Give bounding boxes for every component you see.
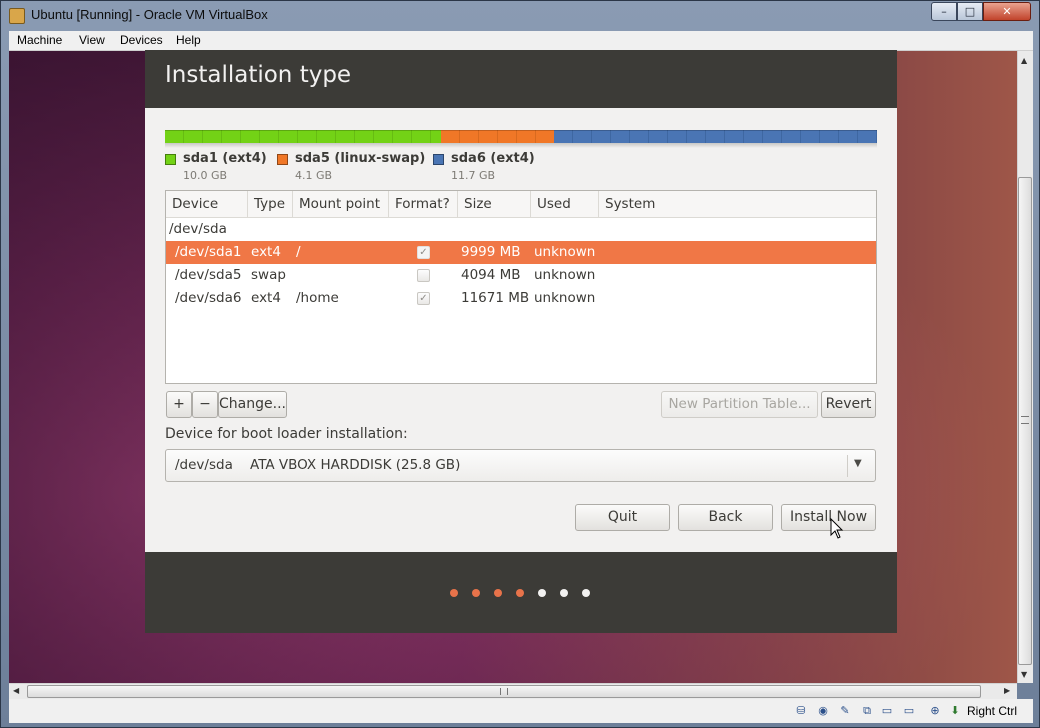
new-partition-table-button[interactable]: New Partition Table... [661,391,818,418]
format-checkbox[interactable] [417,269,430,282]
partition-bar-sda5 [441,130,554,143]
disk-device: /dev/sda [169,221,227,237]
partition-table: Device Type Mount point Format? Size Use… [165,190,877,384]
change-partition-button[interactable]: Change... [218,391,287,418]
progress-dot-pending [560,589,568,597]
scroll-down-arrow-icon[interactable]: ▼ [1021,670,1027,679]
row-used: unknown [534,267,596,283]
legend-name: sda5 (linux-swap) [295,151,426,166]
page-title: Installation type [165,62,352,88]
menu-view[interactable]: View [79,33,105,47]
row-size: 11671 MB [461,290,530,306]
column-header-format[interactable]: Format? [389,191,458,217]
row-size: 4094 MB [461,267,521,283]
status-bar: ⛁ ◉ ✎ ⧉ ▭ ▭ ⊕ ⬇ Right Ctrl [9,699,1033,723]
back-button[interactable]: Back [678,504,773,531]
legend-name: sda6 (ext4) [451,151,535,166]
remove-partition-button[interactable]: − [192,391,218,418]
table-row[interactable]: /dev/sda5 swap 4094 MB unknown [166,264,876,287]
row-type: ext4 [251,290,281,306]
network-icon[interactable]: ⧉ [859,703,875,719]
scroll-up-arrow-icon[interactable]: ▲ [1021,56,1027,65]
close-button[interactable]: ✕ [983,2,1031,21]
table-row[interactable]: /dev/sda1 ext4 / ✓ 9999 MB unknown [166,241,876,264]
bootloader-label: Device for boot loader installation: [165,426,408,442]
progress-dot-done [450,589,458,597]
column-header-device[interactable]: Device [166,191,248,217]
revert-button[interactable]: Revert [821,391,876,418]
column-header-mount-point[interactable]: Mount point [293,191,389,217]
bootloader-selected-value: /dev/sda ATA VBOX HARDDISK (25.8 GB) [175,457,461,473]
row-device: /dev/sda5 [175,267,242,283]
row-mount: / [296,244,301,260]
format-checkbox[interactable]: ✓ [417,292,430,305]
installer-dialog: Installation type sda1 (ext4) 10.0 GB sd… [145,50,897,633]
maximize-button[interactable]: □ [957,2,983,21]
mouse-pointer-icon [830,518,844,539]
table-header: Device Type Mount point Format? Size Use… [166,191,876,218]
progress-dot-pending [582,589,590,597]
chevron-down-icon[interactable]: ▼ [854,458,862,469]
row-used: unknown [534,244,596,260]
minimize-button[interactable]: – [931,2,957,21]
mouse-integration-icon[interactable]: ⊕ [927,703,943,719]
progress-dot-done [494,589,502,597]
menu-help[interactable]: Help [176,33,201,47]
row-used: unknown [534,290,596,306]
column-header-size[interactable]: Size [458,191,531,217]
menu-devices[interactable]: Devices [120,33,163,47]
row-size: 9999 MB [461,244,521,260]
legend-name: sda1 (ext4) [183,151,267,166]
host-key-icon: ⬇ [950,704,960,717]
combo-separator [847,455,848,477]
add-partition-button[interactable]: + [166,391,192,418]
scroll-left-arrow-icon[interactable]: ◀ [13,686,19,695]
progress-dot-done [472,589,480,597]
row-device: /dev/sda1 [175,244,242,260]
column-header-type[interactable]: Type [248,191,293,217]
dialog-body: sda1 (ext4) 10.0 GB sda5 (linux-swap) 4.… [145,108,897,552]
partition-bar-sda6 [554,130,877,143]
legend-size: 10.0 GB [183,169,228,182]
format-checkbox[interactable]: ✓ [417,246,430,259]
row-type: swap [251,267,286,283]
progress-dots [450,589,600,599]
partition-bar-shadow [165,143,877,148]
dialog-footer [145,552,897,633]
partition-bar-sda1 [165,130,441,143]
legend-size: 4.1 GB [295,169,333,182]
vertical-grip-icon [1021,416,1029,424]
horizontal-grip-icon [500,688,508,695]
scroll-right-arrow-icon[interactable]: ▶ [1004,686,1010,695]
progress-dot-done [516,589,524,597]
display-icon[interactable]: ▭ [901,703,917,719]
legend-swatch [165,154,176,165]
legend-swatch [277,154,288,165]
quit-button[interactable]: Quit [575,504,670,531]
optical-drive-icon[interactable]: ◉ [815,703,831,719]
column-header-system[interactable]: System [599,191,876,217]
title-bar[interactable]: Ubuntu [Running] - Oracle VM VirtualBox … [1,1,1039,31]
shared-folders-icon[interactable]: ▭ [879,703,895,719]
virtualbox-app-icon [9,8,25,24]
column-header-used[interactable]: Used [531,191,599,217]
menu-bar: Machine View Devices Help [9,31,1033,51]
progress-dot-pending [538,589,546,597]
bootloader-device-select[interactable]: /dev/sda ATA VBOX HARDDISK (25.8 GB) ▼ [165,449,876,482]
window-title: Ubuntu [Running] - Oracle VM VirtualBox [31,7,268,22]
table-row-disk[interactable]: /dev/sda [166,218,876,241]
table-row[interactable]: /dev/sda6 ext4 /home ✓ 11671 MB unknown [166,287,876,310]
menu-machine[interactable]: Machine [17,33,62,47]
row-device: /dev/sda6 [175,290,242,306]
install-now-button[interactable]: Install Now [781,504,876,531]
row-type: ext4 [251,244,281,260]
host-key-label: Right Ctrl [967,704,1018,718]
usb-icon[interactable]: ✎ [837,703,853,719]
dialog-header: Installation type [145,50,897,108]
legend-swatch [433,154,444,165]
hard-disk-icon[interactable]: ⛁ [793,703,809,719]
row-mount: /home [296,290,339,306]
legend-size: 11.7 GB [451,169,496,182]
